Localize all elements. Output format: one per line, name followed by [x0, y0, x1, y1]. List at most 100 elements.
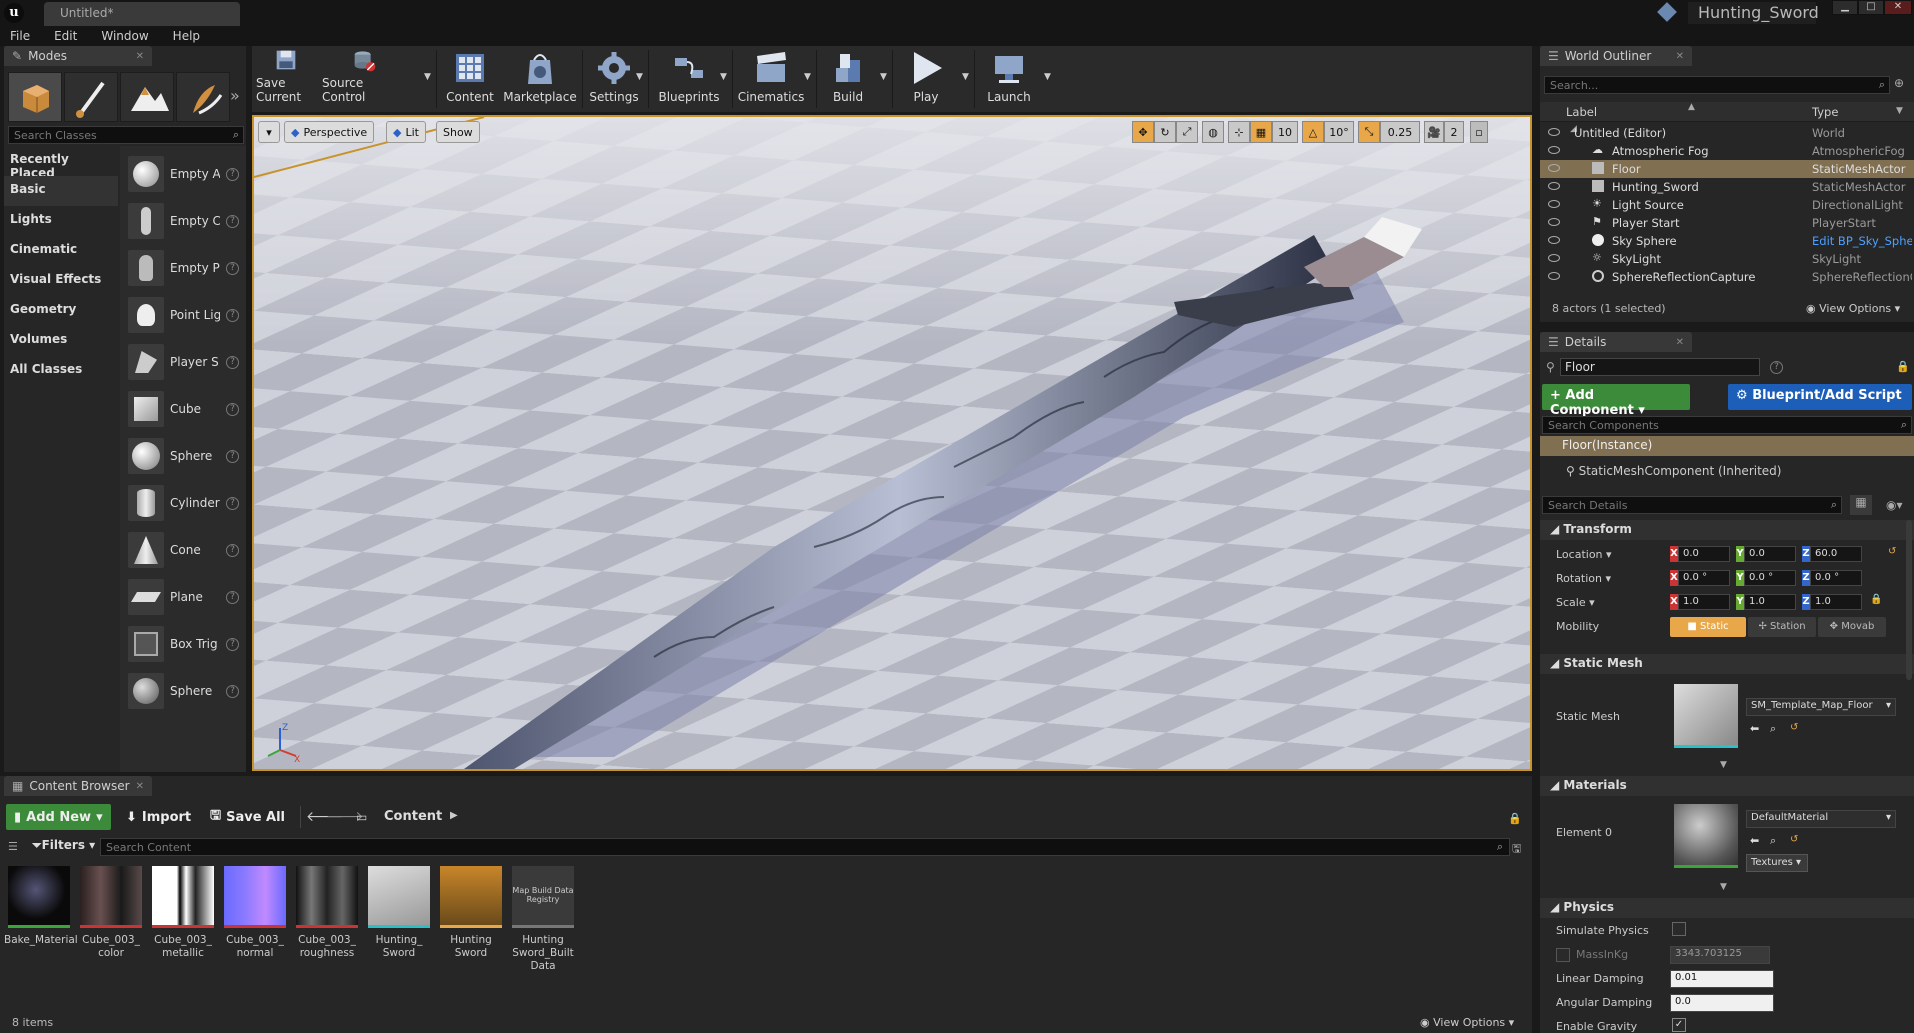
visibility-eye-icon[interactable] — [1548, 254, 1560, 262]
viewport-options-dropdown[interactable]: ▾ — [258, 121, 280, 143]
outliner-row[interactable]: SphereReflectionCapture SphereReflectionC — [1540, 268, 1914, 286]
reset-arrow-icon[interactable]: ↺ — [1888, 546, 1896, 557]
scale-snap-value[interactable]: 0.25 — [1380, 121, 1420, 143]
save-search-icon[interactable]: 🖫 — [1512, 840, 1521, 859]
grid-snap-icon[interactable]: ▦ — [1250, 121, 1272, 143]
sources-panel-toggle-icon[interactable]: ☰ — [8, 840, 18, 853]
cinematics-button[interactable]: Cinematics — [738, 48, 804, 108]
help-icon[interactable]: ? — [226, 543, 239, 557]
content-browser-tab[interactable]: ▦ Content Browser ✕ — [4, 776, 152, 796]
world-space-icon[interactable]: ◍ — [1202, 121, 1224, 143]
outliner-row[interactable]: ⚑ Player Start PlayerStart — [1540, 214, 1914, 232]
scale-tool-icon[interactable]: ⤢ — [1176, 121, 1198, 143]
launch-button[interactable]: Launch — [978, 48, 1040, 108]
component-instance-row[interactable]: Floor(Instance) — [1540, 436, 1914, 456]
surface-snap-icon[interactable]: ⊹ — [1228, 121, 1250, 143]
source-control-icon[interactable] — [1657, 2, 1677, 22]
location-z-field[interactable]: 60.0 — [1810, 546, 1862, 562]
details-tab[interactable]: ☰ Details ✕ — [1540, 332, 1692, 352]
rotation-snap-value[interactable]: 10° — [1324, 121, 1354, 143]
help-icon[interactable]: ? — [226, 637, 239, 651]
browse-search-icon[interactable]: ⌕ — [1770, 722, 1776, 736]
place-item-box-trigger[interactable]: Box Trig? — [128, 622, 250, 666]
search-classes-input[interactable]: Search Classes ⌕ — [8, 126, 244, 144]
build-button[interactable]: Build — [820, 48, 876, 108]
build-dropdown-icon[interactable]: ▼ — [880, 72, 887, 82]
help-icon[interactable]: ? — [226, 355, 239, 369]
play-button[interactable]: Play — [898, 48, 954, 108]
rotation-y-field[interactable]: 0.0 ° — [1744, 570, 1796, 586]
physics-section-header[interactable]: ◢ Physics — [1540, 898, 1914, 918]
search-content-input[interactable]: Search Content ⌕ — [100, 838, 1510, 856]
location-label[interactable]: Location ▾ — [1556, 548, 1612, 561]
perspective-dropdown[interactable]: ◆ Perspective — [284, 121, 375, 143]
menu-edit[interactable]: Edit — [54, 29, 77, 43]
mobility-static-button[interactable]: ■ Static — [1670, 617, 1746, 637]
camera-speed-icon[interactable]: 🎥 — [1424, 121, 1444, 143]
simulate-physics-checkbox[interactable] — [1672, 922, 1686, 936]
blueprints-button[interactable]: Blueprints — [654, 48, 724, 108]
outliner-row[interactable]: ◢ Untitled (Editor) World — [1540, 124, 1914, 142]
foliage-mode-button[interactable] — [176, 72, 230, 122]
more-modes-chevron-icon[interactable]: » — [230, 86, 240, 105]
place-item-empty-character[interactable]: Empty C? — [128, 199, 250, 243]
lock-icon[interactable]: 🔒 — [1896, 360, 1910, 373]
help-icon[interactable]: ? — [226, 167, 239, 181]
details-scrollbar[interactable] — [1906, 520, 1912, 680]
asset-tile[interactable]: Cube_003_ normal — [222, 866, 288, 960]
help-icon[interactable]: ? — [226, 214, 239, 228]
category-recently-placed[interactable]: Recently Placed — [4, 146, 118, 180]
column-dropdown-icon[interactable]: ▼ — [1896, 106, 1903, 116]
path-chevron-icon[interactable]: ▶ — [450, 810, 458, 821]
outliner-view-options[interactable]: ◉ View Options ▾ — [1806, 302, 1900, 315]
visibility-eye-icon[interactable]: ◉▾ — [1886, 498, 1903, 512]
expand-more-icon[interactable]: ▼ — [1720, 760, 1727, 770]
textures-dropdown[interactable]: Textures ▾ — [1746, 854, 1808, 872]
materials-section-header[interactable]: ◢ Materials — [1540, 776, 1914, 796]
asset-tile[interactable]: Map Build Data Registry Hunting Sword_Bui… — [510, 866, 576, 973]
path-content-breadcrumb[interactable]: Content — [384, 809, 442, 824]
use-selected-arrow-icon[interactable]: ⬅ — [1750, 834, 1759, 847]
visibility-eye-icon[interactable] — [1548, 236, 1560, 244]
place-item-empty-actor[interactable]: Empty A? — [128, 152, 250, 196]
rotation-snap-icon[interactable]: △ — [1302, 121, 1324, 143]
search-components-input[interactable]: Search Components ⌕ — [1542, 416, 1912, 434]
location-y-field[interactable]: 0.0 — [1744, 546, 1796, 562]
cinematics-dropdown-icon[interactable]: ▼ — [804, 72, 811, 82]
menu-window[interactable]: Window — [101, 29, 148, 43]
place-item-sphere[interactable]: Sphere? — [128, 434, 250, 478]
help-icon[interactable]: ? — [226, 449, 239, 463]
filters-dropdown[interactable]: ⏷Filters ▾ — [32, 838, 95, 853]
category-lights[interactable]: Lights — [4, 206, 118, 236]
asset-tile[interactable]: Hunting_ Sword — [366, 866, 432, 960]
close-icon[interactable]: ✕ — [136, 781, 144, 792]
mobility-movable-button[interactable]: ✥ Movab — [1818, 617, 1886, 637]
content-button[interactable]: Content — [442, 48, 498, 108]
help-icon[interactable]: ? — [226, 402, 239, 416]
help-icon[interactable]: ? — [226, 590, 239, 604]
category-basic[interactable]: Basic — [4, 176, 118, 206]
category-volumes[interactable]: Volumes — [4, 326, 118, 356]
static-mesh-thumbnail[interactable] — [1674, 684, 1738, 748]
asset-tile[interactable]: Hunting Sword — [438, 866, 504, 960]
scale-snap-icon[interactable]: ⤡ — [1358, 121, 1380, 143]
outliner-row[interactable]: Sky Sphere Edit BP_Sky_Sphe — [1540, 232, 1914, 250]
add-filter-icon[interactable]: ⊕ — [1894, 76, 1904, 90]
static-mesh-picker[interactable]: SM_Template_Map_Floor ▾ — [1746, 698, 1896, 716]
menu-file[interactable]: File — [10, 29, 30, 43]
settings-dropdown-icon[interactable]: ▼ — [636, 72, 643, 82]
reset-arrow-icon[interactable]: ↺ — [1790, 722, 1798, 733]
visibility-eye-icon[interactable] — [1548, 200, 1560, 208]
visibility-eye-icon[interactable] — [1548, 218, 1560, 226]
linear-damping-field[interactable]: 0.01 — [1670, 970, 1774, 988]
content-view-options[interactable]: ◉ View Options ▾ — [1420, 1016, 1514, 1029]
place-item-cylinder[interactable]: Cylinder? — [128, 481, 250, 525]
search-details-input[interactable]: Search Details ⌕ — [1542, 496, 1842, 514]
blueprints-dropdown-icon[interactable]: ▼ — [720, 72, 727, 82]
maximize-viewport-icon[interactable]: ▫ — [1470, 121, 1488, 143]
close-icon[interactable]: ✕ — [1676, 51, 1684, 62]
place-item-sphere-trigger[interactable]: Sphere ? — [128, 669, 250, 713]
scale-label[interactable]: Scale ▾ — [1556, 596, 1595, 609]
place-item-point-light[interactable]: Point Lig? — [128, 293, 250, 337]
material-thumbnail[interactable] — [1674, 804, 1738, 868]
